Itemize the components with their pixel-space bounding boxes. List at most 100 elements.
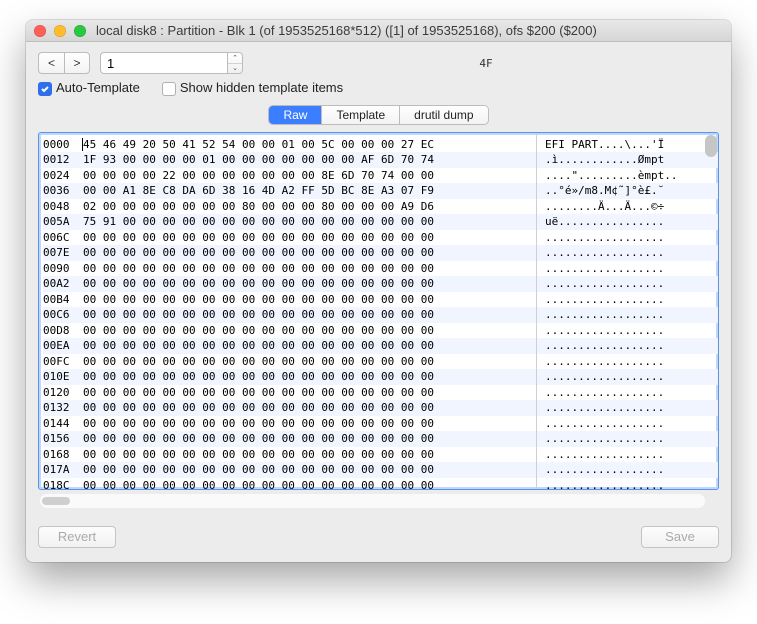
column-divider <box>533 416 545 432</box>
next-button[interactable]: > <box>64 52 90 74</box>
hex-ascii[interactable]: .................. <box>545 338 718 354</box>
revert-button[interactable]: Revert <box>38 526 116 548</box>
hex-ascii[interactable]: .................. <box>545 416 718 432</box>
hex-row[interactable]: 004802 00 00 00 00 00 00 00 80 00 00 00 … <box>43 199 718 215</box>
horizontal-scrollbar[interactable] <box>42 497 70 505</box>
hex-ascii[interactable]: .................. <box>545 307 718 323</box>
hex-ascii[interactable]: .................. <box>545 230 718 246</box>
hex-bytes[interactable]: 00 00 00 00 00 00 00 00 00 00 00 00 00 0… <box>83 478 533 490</box>
hex-row[interactable]: 00121F 93 00 00 00 00 01 00 00 00 00 00 … <box>43 152 718 168</box>
block-input[interactable] <box>100 52 228 74</box>
hex-ascii[interactable]: .................. <box>545 478 718 490</box>
zoom-icon[interactable] <box>74 25 86 37</box>
hex-bytes[interactable]: 00 00 00 00 00 00 00 00 00 00 00 00 00 0… <box>83 261 533 277</box>
hex-row[interactable]: 018C00 00 00 00 00 00 00 00 00 00 00 00 … <box>43 478 718 490</box>
hex-bytes[interactable]: 02 00 00 00 00 00 00 00 80 00 00 00 80 0… <box>83 199 533 215</box>
prev-button[interactable]: < <box>38 52 64 74</box>
hex-bytes[interactable]: 00 00 00 00 00 00 00 00 00 00 00 00 00 0… <box>83 307 533 323</box>
tab-drutil[interactable]: drutil dump <box>400 106 487 124</box>
show-hidden-option[interactable]: Show hidden template items <box>162 80 343 96</box>
toolbar: < > ⌃ ⌄ 4F <box>26 42 731 80</box>
auto-template-option[interactable]: Auto-Template <box>38 80 140 96</box>
hex-ascii[interactable]: uë................ <box>545 214 718 230</box>
hex-ascii[interactable]: EFI PART....\...'Ï <box>545 137 718 153</box>
offset-display: 4F <box>253 57 719 70</box>
horizontal-scrollbar-track[interactable] <box>40 494 705 508</box>
hex-row[interactable]: 002400 00 00 00 22 00 00 00 00 00 00 00 … <box>43 168 718 184</box>
minimize-icon[interactable] <box>54 25 66 37</box>
column-divider <box>533 338 545 354</box>
hex-ascii[interactable]: .................. <box>545 369 718 385</box>
hex-bytes[interactable]: 00 00 00 00 00 00 00 00 00 00 00 00 00 0… <box>83 230 533 246</box>
hex-row[interactable]: 00C600 00 00 00 00 00 00 00 00 00 00 00 … <box>43 307 718 323</box>
checkbox-checked-icon <box>38 82 52 96</box>
hex-bytes[interactable]: 00 00 00 00 00 00 00 00 00 00 00 00 00 0… <box>83 245 533 261</box>
hex-row[interactable]: 012000 00 00 00 00 00 00 00 00 00 00 00 … <box>43 385 718 401</box>
hex-ascii[interactable]: .ì............Ømpt <box>545 152 718 168</box>
hex-bytes[interactable]: 00 00 00 00 00 00 00 00 00 00 00 00 00 0… <box>83 338 533 354</box>
hex-offset: 0168 <box>43 447 83 463</box>
save-button[interactable]: Save <box>641 526 719 548</box>
column-divider <box>533 214 545 230</box>
hex-bytes[interactable]: 00 00 00 00 00 00 00 00 00 00 00 00 00 0… <box>83 416 533 432</box>
hex-row[interactable]: 016800 00 00 00 00 00 00 00 00 00 00 00 … <box>43 447 718 463</box>
hex-ascii[interactable]: .................. <box>545 323 718 339</box>
hex-bytes[interactable]: 00 00 00 00 00 00 00 00 00 00 00 00 00 0… <box>83 447 533 463</box>
step-up-button[interactable]: ⌃ <box>228 53 242 64</box>
hex-bytes[interactable]: 00 00 00 00 00 00 00 00 00 00 00 00 00 0… <box>83 369 533 385</box>
column-divider <box>533 261 545 277</box>
hex-ascii[interactable]: .................. <box>545 354 718 370</box>
hex-bytes[interactable]: 00 00 A1 8E C8 DA 6D 38 16 4D A2 FF 5D B… <box>83 183 533 199</box>
hex-bytes[interactable]: 00 00 00 00 00 00 00 00 00 00 00 00 00 0… <box>83 400 533 416</box>
close-icon[interactable] <box>34 25 46 37</box>
hex-bytes[interactable]: 00 00 00 00 00 00 00 00 00 00 00 00 00 0… <box>83 385 533 401</box>
hex-row[interactable]: 000045 46 49 20 50 41 52 54 00 00 01 00 … <box>43 137 718 153</box>
column-divider <box>533 276 545 292</box>
hex-row[interactable]: 00FC00 00 00 00 00 00 00 00 00 00 00 00 … <box>43 354 718 370</box>
hex-row[interactable]: 007E00 00 00 00 00 00 00 00 00 00 00 00 … <box>43 245 718 261</box>
hex-row[interactable]: 00B400 00 00 00 00 00 00 00 00 00 00 00 … <box>43 292 718 308</box>
hex-ascii[interactable]: .................. <box>545 400 718 416</box>
hex-bytes[interactable]: 00 00 00 00 00 00 00 00 00 00 00 00 00 0… <box>83 462 533 478</box>
hex-bytes[interactable]: 1F 93 00 00 00 00 01 00 00 00 00 00 00 0… <box>83 152 533 168</box>
hex-view[interactable]: 000045 46 49 20 50 41 52 54 00 00 01 00 … <box>38 132 719 490</box>
hex-ascii[interactable]: .................. <box>545 245 718 261</box>
hex-ascii[interactable]: .................. <box>545 261 718 277</box>
hex-bytes[interactable]: 00 00 00 00 22 00 00 00 00 00 00 00 8E 6… <box>83 168 533 184</box>
tab-raw[interactable]: Raw <box>269 106 322 124</box>
hex-bytes[interactable]: 75 91 00 00 00 00 00 00 00 00 00 00 00 0… <box>83 214 533 230</box>
hex-row[interactable]: 010E00 00 00 00 00 00 00 00 00 00 00 00 … <box>43 369 718 385</box>
hex-ascii[interactable]: ........Ä...Ä...©÷ <box>545 199 718 215</box>
column-divider <box>533 307 545 323</box>
hex-bytes[interactable]: 00 00 00 00 00 00 00 00 00 00 00 00 00 0… <box>83 323 533 339</box>
step-down-button[interactable]: ⌄ <box>228 64 242 74</box>
vertical-scrollbar[interactable] <box>705 135 717 157</box>
column-divider <box>533 245 545 261</box>
hex-row[interactable]: 015600 00 00 00 00 00 00 00 00 00 00 00 … <box>43 431 718 447</box>
hex-row[interactable]: 00D800 00 00 00 00 00 00 00 00 00 00 00 … <box>43 323 718 339</box>
hex-row[interactable]: 003600 00 A1 8E C8 DA 6D 38 16 4D A2 FF … <box>43 183 718 199</box>
hex-ascii[interactable]: .................. <box>545 385 718 401</box>
hex-bytes[interactable]: 00 00 00 00 00 00 00 00 00 00 00 00 00 0… <box>83 354 533 370</box>
hex-ascii[interactable]: .................. <box>545 292 718 308</box>
hex-row[interactable]: 006C00 00 00 00 00 00 00 00 00 00 00 00 … <box>43 230 718 246</box>
hex-ascii[interactable]: .................. <box>545 462 718 478</box>
hex-bytes[interactable]: 45 46 49 20 50 41 52 54 00 00 01 00 5C 0… <box>83 137 533 153</box>
hex-ascii[interactable]: .................. <box>545 447 718 463</box>
hex-offset: 00C6 <box>43 307 83 323</box>
hex-row[interactable]: 005A75 91 00 00 00 00 00 00 00 00 00 00 … <box>43 214 718 230</box>
hex-ascii[interactable]: .................. <box>545 431 718 447</box>
hex-row[interactable]: 014400 00 00 00 00 00 00 00 00 00 00 00 … <box>43 416 718 432</box>
hex-row[interactable]: 00A200 00 00 00 00 00 00 00 00 00 00 00 … <box>43 276 718 292</box>
hex-row[interactable]: 013200 00 00 00 00 00 00 00 00 00 00 00 … <box>43 400 718 416</box>
hex-bytes[interactable]: 00 00 00 00 00 00 00 00 00 00 00 00 00 0… <box>83 292 533 308</box>
hex-bytes[interactable]: 00 00 00 00 00 00 00 00 00 00 00 00 00 0… <box>83 431 533 447</box>
hex-ascii[interactable]: .................. <box>545 276 718 292</box>
hex-bytes[interactable]: 00 00 00 00 00 00 00 00 00 00 00 00 00 0… <box>83 276 533 292</box>
hex-row[interactable]: 017A00 00 00 00 00 00 00 00 00 00 00 00 … <box>43 462 718 478</box>
tab-template[interactable]: Template <box>322 106 400 124</box>
hex-row[interactable]: 00EA00 00 00 00 00 00 00 00 00 00 00 00 … <box>43 338 718 354</box>
hex-row[interactable]: 009000 00 00 00 00 00 00 00 00 00 00 00 … <box>43 261 718 277</box>
hex-ascii[interactable]: ....".........èmpt.. <box>545 168 718 184</box>
hex-ascii[interactable]: ..°é»/m8.M¢˜]°è£.˘ <box>545 183 718 199</box>
